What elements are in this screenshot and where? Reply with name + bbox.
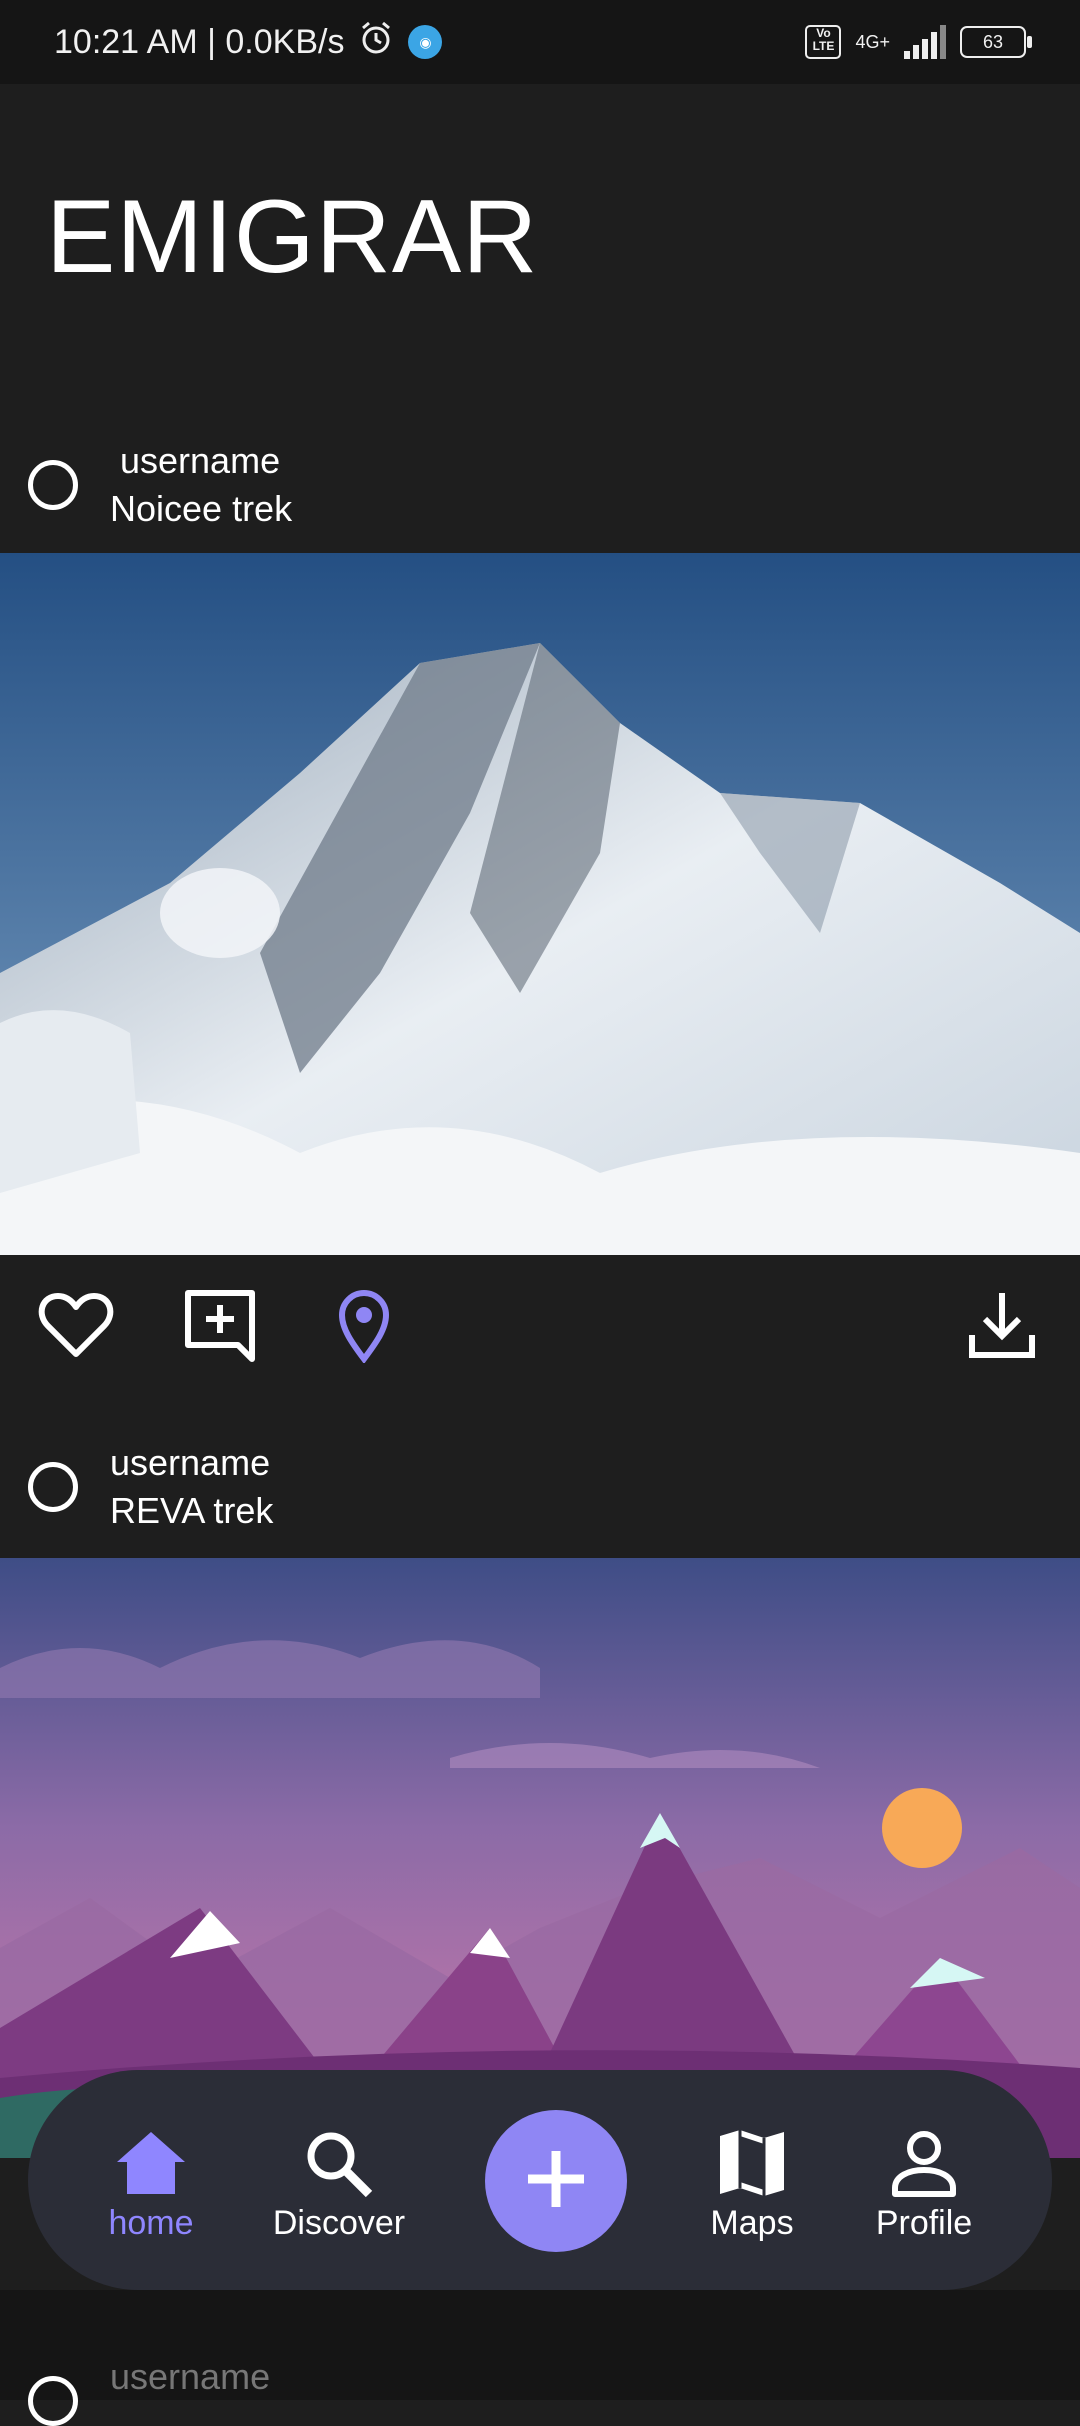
post-header[interactable]: username Noicee trek	[0, 430, 1080, 550]
nav-maps-label: Maps	[710, 2204, 794, 2242]
nav-discover-label: Discover	[272, 2204, 406, 2242]
location-pin-icon[interactable]	[324, 1285, 404, 1365]
search-icon	[269, 2128, 409, 2198]
battery-level: 63	[982, 31, 1004, 52]
post-image-illustration[interactable]	[0, 1558, 1080, 2158]
app-title: EMIGRAR	[46, 179, 539, 295]
nav-discover[interactable]: Discover	[269, 2128, 409, 2243]
post-username[interactable]: username	[110, 2356, 270, 2398]
status-left: 10:21 AM | 0.0KB/s ◉	[54, 20, 443, 65]
avatar[interactable]	[28, 1462, 78, 1512]
nav-maps[interactable]: Maps	[682, 2128, 822, 2243]
add-comment-icon[interactable]	[180, 1285, 260, 1365]
post-trek-name: Noicee trek	[110, 488, 293, 529]
person-icon	[854, 2128, 994, 2198]
post-actions	[0, 1255, 1080, 1385]
post-header[interactable]: username REVA trek	[0, 1432, 1080, 1552]
map-icon	[682, 2128, 822, 2198]
nav-home[interactable]: home	[81, 2128, 221, 2243]
signal-icon	[904, 25, 946, 59]
avatar[interactable]	[28, 460, 78, 510]
status-right: Vo LTE 4G+ 63	[805, 25, 1032, 59]
avatar[interactable]	[28, 2376, 78, 2426]
battery-icon: 63	[960, 26, 1032, 58]
nav-profile-label: Profile	[875, 2204, 973, 2242]
app-badge-icon: ◉	[408, 25, 443, 59]
post-username[interactable]: username	[120, 440, 280, 482]
post-username[interactable]: username	[110, 1442, 270, 1484]
status-bar: 10:21 AM | 0.0KB/s ◉ Vo LTE 4G+ 63	[0, 0, 1080, 84]
add-post-button[interactable]	[485, 2110, 627, 2252]
volte-icon: Vo LTE	[805, 25, 842, 59]
home-icon	[81, 2128, 221, 2198]
plus-icon	[524, 2147, 588, 2216]
post-trek-name: REVA trek	[110, 1490, 274, 1531]
download-icon[interactable]	[962, 1285, 1042, 1365]
nav-home-label: home	[108, 2204, 194, 2242]
heart-icon[interactable]	[36, 1285, 116, 1365]
nav-profile[interactable]: Profile	[854, 2128, 994, 2243]
bottom-navigation: home Discover Maps Profile	[28, 2070, 1052, 2290]
network-type: 4G+	[855, 31, 890, 52]
next-post-header[interactable]: username	[0, 2290, 1080, 2426]
post-image-mountain[interactable]	[0, 553, 1080, 1255]
alarm-icon	[358, 20, 394, 65]
status-time: 10:21 AM | 0.0KB/s	[54, 22, 345, 61]
